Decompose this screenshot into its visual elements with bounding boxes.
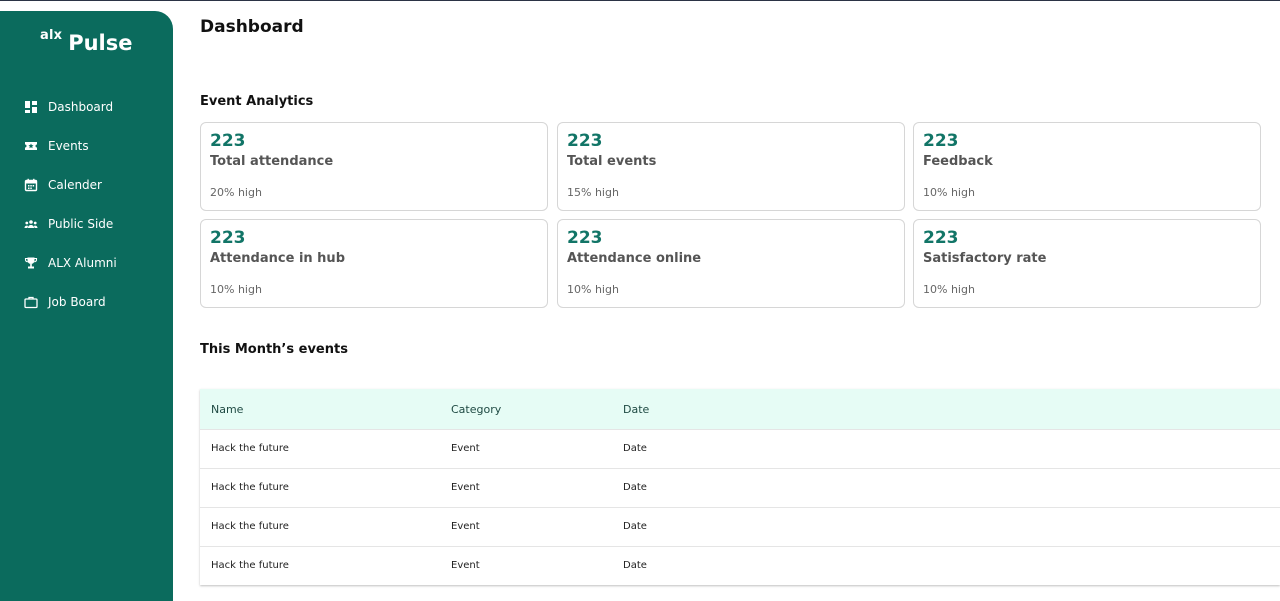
- cell-category: Event: [451, 482, 480, 493]
- stat-change: 10% high: [210, 283, 262, 296]
- stat-change: 10% high: [923, 186, 975, 199]
- stat-change: 20% high: [210, 186, 262, 199]
- table-row[interactable]: Hack the future Event Date: [200, 429, 1280, 468]
- stat-card-total-events: 223 Total events 15% high: [557, 122, 905, 211]
- sidebar-item-label: Events: [48, 139, 89, 153]
- cell-date: Date: [623, 560, 647, 571]
- stat-change: 15% high: [567, 186, 619, 199]
- brand-name: Pulse: [68, 31, 133, 55]
- cell-name: Hack the future: [211, 482, 289, 493]
- briefcase-icon: [24, 295, 38, 309]
- stat-label: Attendance online: [567, 251, 702, 266]
- stat-value: 223: [923, 131, 959, 151]
- stat-card-feedback: 223 Feedback 10% high: [913, 122, 1261, 211]
- cell-name: Hack the future: [211, 443, 289, 454]
- stat-card-attendance-in-hub: 223 Attendance in hub 10% high: [200, 219, 548, 308]
- cell-date: Date: [623, 521, 647, 532]
- sidebar-item-label: ALX Alumni: [48, 256, 117, 270]
- stat-label: Attendance in hub: [210, 251, 345, 266]
- dashboard-icon: [24, 100, 38, 114]
- table-header: Name Category Date: [200, 389, 1280, 429]
- stat-label: Feedback: [923, 154, 993, 169]
- calendar-icon: [24, 178, 38, 192]
- cell-category: Event: [451, 521, 480, 532]
- stat-label: Satisfactory rate: [923, 251, 1047, 266]
- brand-logo[interactable]: alx Pulse: [40, 27, 133, 55]
- cell-date: Date: [623, 443, 647, 454]
- people-icon: [24, 217, 38, 231]
- stat-value: 223: [567, 228, 603, 248]
- column-header-name[interactable]: Name: [211, 403, 243, 416]
- cell-date: Date: [623, 482, 647, 493]
- sidebar-item-label: Dashboard: [48, 100, 114, 114]
- table-row[interactable]: Hack the future Event Date: [200, 546, 1280, 585]
- stat-card-attendance-online: 223 Attendance online 10% high: [557, 219, 905, 308]
- trophy-icon: [24, 256, 38, 270]
- cell-name: Hack the future: [211, 521, 289, 532]
- stat-label: Total attendance: [210, 154, 334, 169]
- sidebar-item-calender[interactable]: Calender: [24, 174, 102, 196]
- sidebar: alx Pulse Dashboard Events Calender Publ…: [0, 11, 173, 601]
- sidebar-item-dashboard[interactable]: Dashboard: [24, 96, 113, 118]
- sidebar-item-alx-alumni[interactable]: ALX Alumni: [24, 252, 117, 274]
- sidebar-item-label: Calender: [48, 178, 102, 192]
- analytics-title: Event Analytics: [200, 94, 314, 109]
- brand-prefix: alx: [40, 28, 63, 43]
- column-header-date[interactable]: Date: [623, 403, 649, 416]
- stat-card-satisfactory-rate: 223 Satisfactory rate 10% high: [913, 219, 1261, 308]
- table-row[interactable]: Hack the future Event Date: [200, 468, 1280, 507]
- stat-value: 223: [923, 228, 959, 248]
- sidebar-item-public-side[interactable]: Public Side: [24, 213, 113, 235]
- ticket-icon: [24, 139, 38, 153]
- stat-label: Total events: [567, 154, 657, 169]
- stat-change: 10% high: [923, 283, 975, 296]
- cell-category: Event: [451, 560, 480, 571]
- cell-category: Event: [451, 443, 480, 454]
- stat-card-total-attendance: 223 Total attendance 20% high: [200, 122, 548, 211]
- column-header-category[interactable]: Category: [451, 403, 501, 416]
- events-table: Name Category Date Hack the future Event…: [200, 389, 1280, 585]
- stat-value: 223: [210, 228, 246, 248]
- cell-name: Hack the future: [211, 560, 289, 571]
- page-title: Dashboard: [200, 17, 304, 37]
- sidebar-item-events[interactable]: Events: [24, 135, 89, 157]
- stat-value: 223: [567, 131, 603, 151]
- sidebar-item-job-board[interactable]: Job Board: [24, 291, 106, 313]
- sidebar-item-label: Job Board: [48, 295, 106, 309]
- sidebar-item-label: Public Side: [48, 217, 114, 231]
- table-row[interactable]: Hack the future Event Date: [200, 507, 1280, 546]
- stat-value: 223: [210, 131, 246, 151]
- stat-change: 10% high: [567, 283, 619, 296]
- events-title: This Month’s events: [200, 342, 348, 357]
